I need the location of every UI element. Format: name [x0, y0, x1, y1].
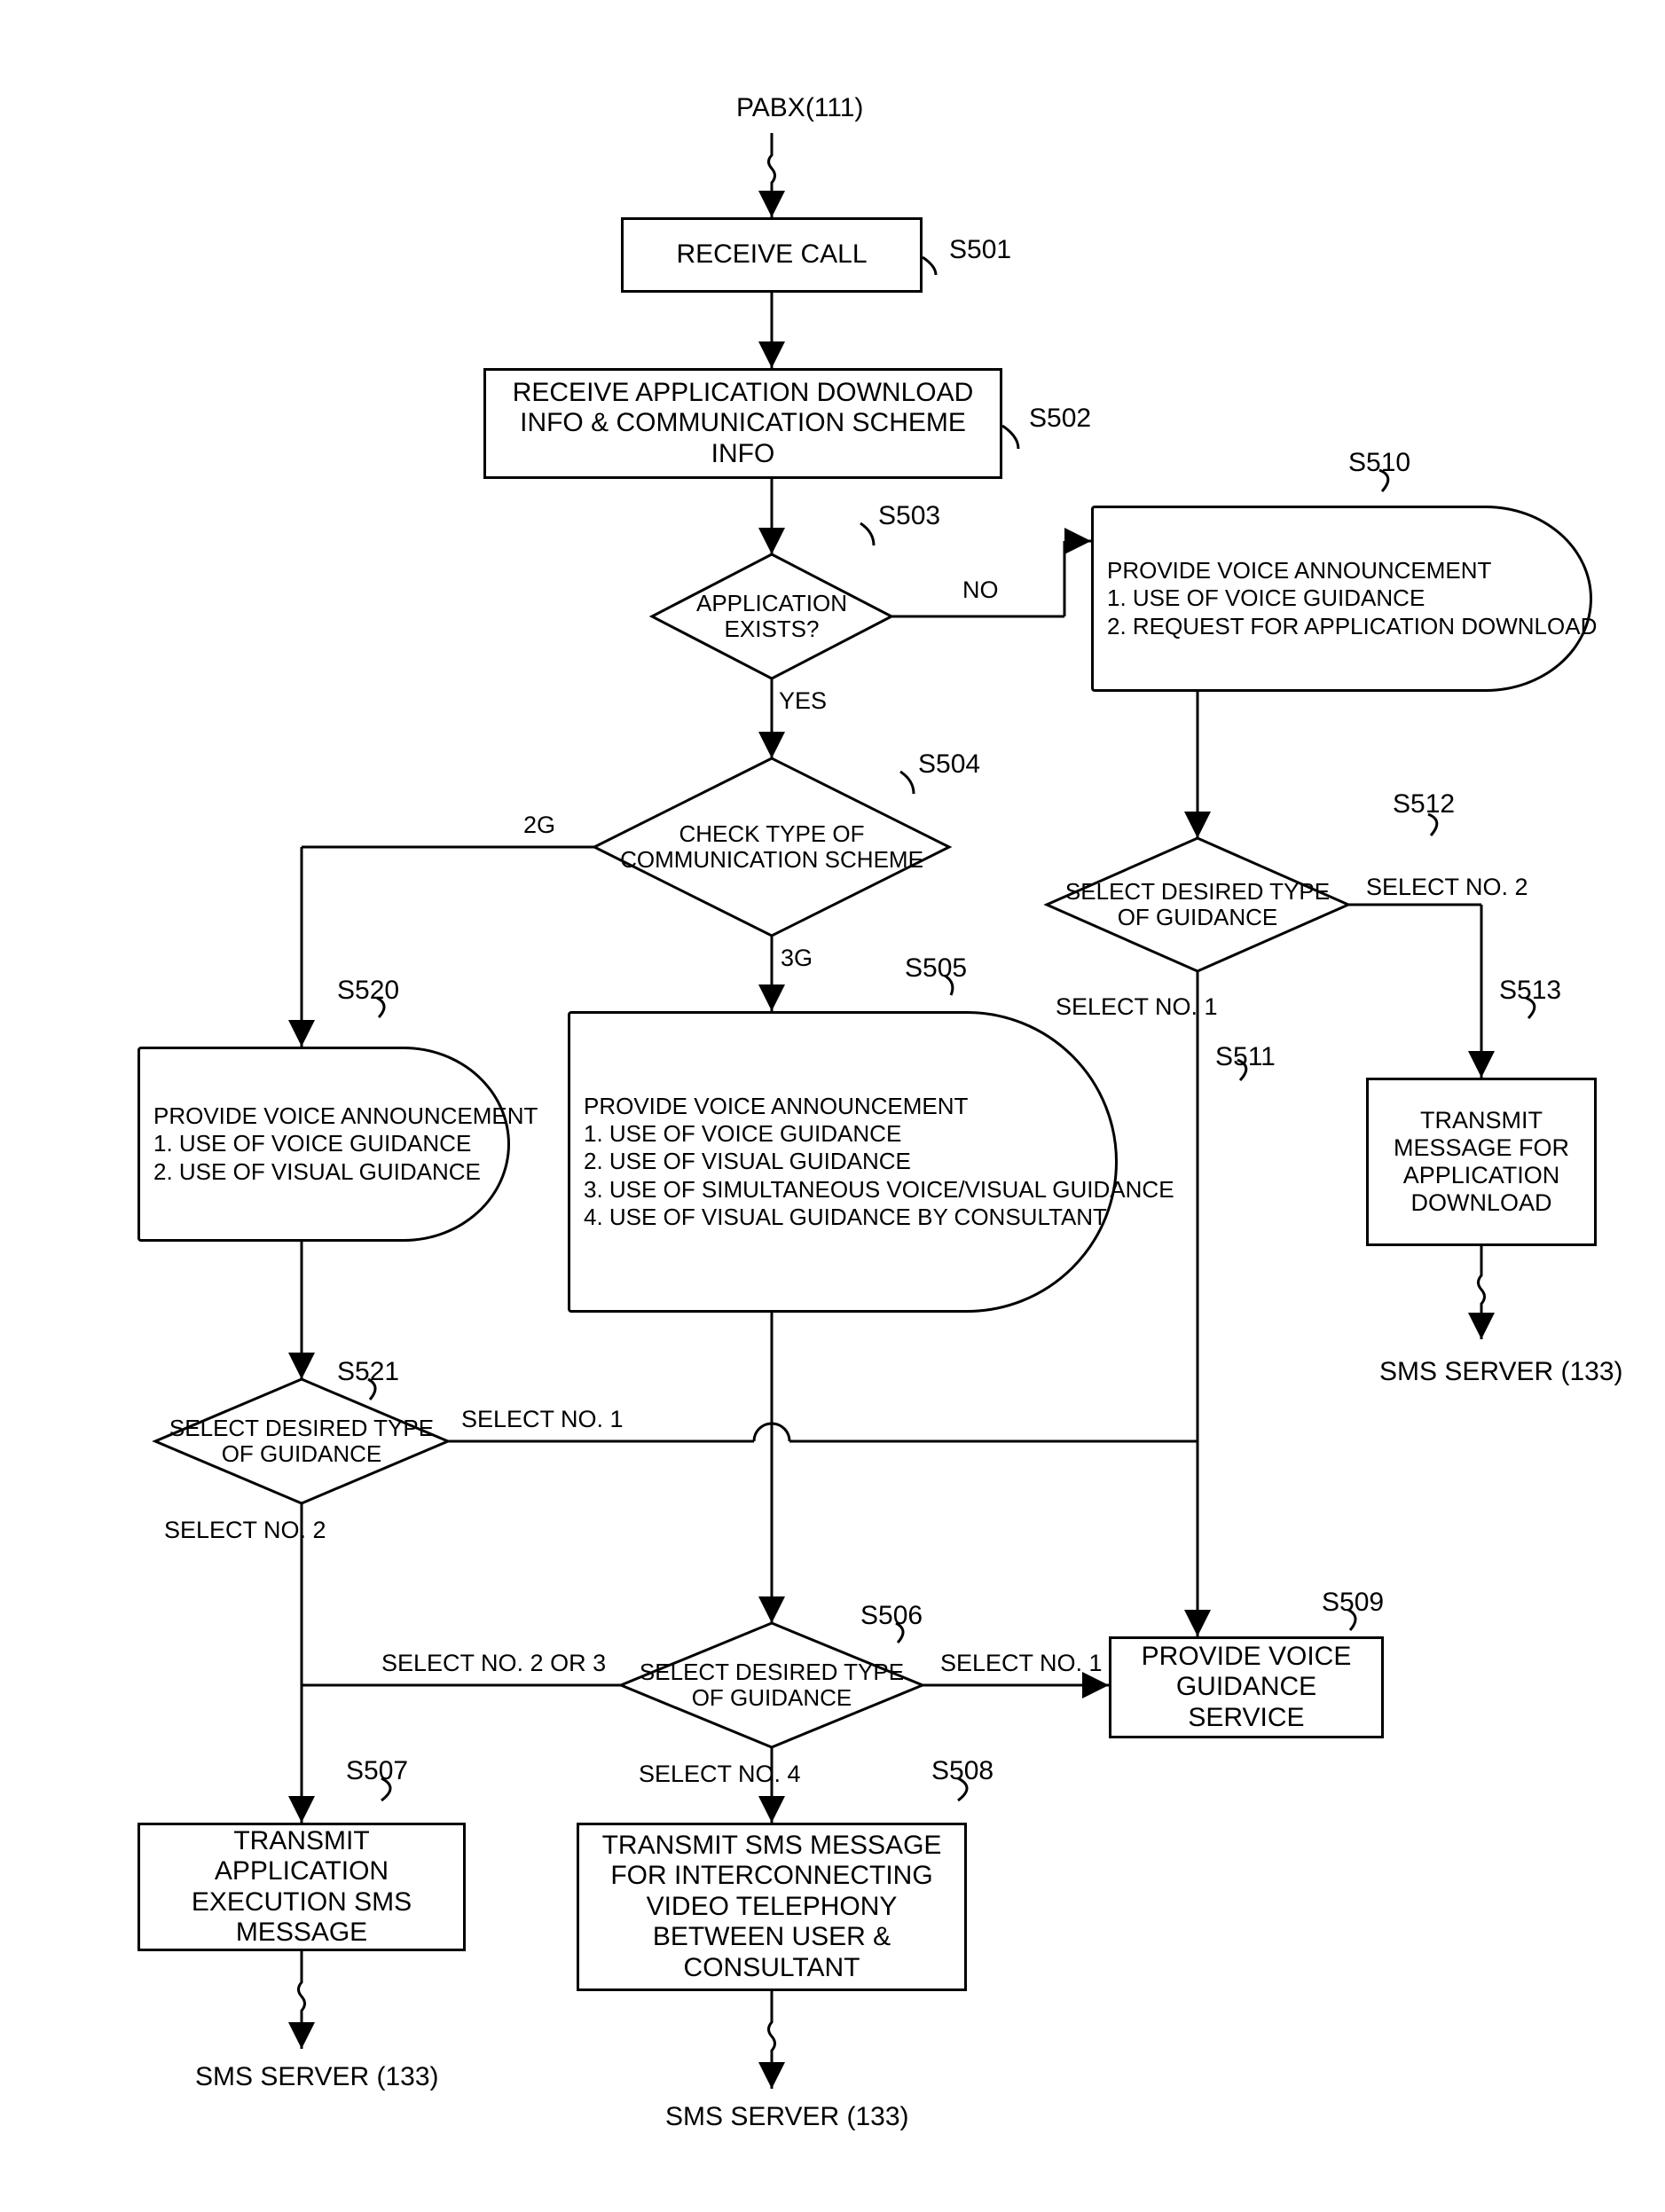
step-s505-id: S505: [905, 953, 967, 984]
step-s508-id: S508: [931, 1756, 994, 1786]
step-s503-diamond: APPLICATION EXISTS?: [652, 554, 891, 679]
step-s512-diamond: SELECT DESIRED TYPE OF GUIDANCE: [1047, 838, 1348, 971]
step-s502-id: S502: [1029, 404, 1091, 434]
step-s503-id: S503: [878, 501, 940, 531]
step-s512-id: S512: [1393, 789, 1455, 820]
step-s504-id: S504: [918, 749, 980, 780]
step-s504-text: CHECK TYPE OF COMMUNICATION SCHEME: [612, 758, 931, 936]
step-s505-l0: PROVIDE VOICE ANNOUNCEMENT: [584, 1093, 1073, 1120]
step-s510-id: S510: [1348, 448, 1410, 478]
step-s507-box: TRANSMIT APPLICATION EXECUTION SMS MESSA…: [137, 1823, 466, 1951]
step-s503-text: APPLICATION EXISTS?: [652, 554, 891, 679]
step-s513-dest: SMS SERVER (133): [1379, 1357, 1623, 1387]
step-s521-sel1: SELECT NO. 1: [461, 1406, 624, 1433]
step-s510-l2: 2. REQUEST FOR APPLICATION DOWNLOAD: [1107, 613, 1557, 640]
flowchart-canvas: PABX(111) RECEIVE CALL S501 RECEIVE APPL…: [0, 0, 1665, 2212]
step-s512-text: SELECT DESIRED TYPE OF GUIDANCE: [1047, 838, 1348, 971]
step-s503-no: NO: [962, 577, 999, 604]
step-s502-box: RECEIVE APPLICATION DOWNLOAD INFO & COMM…: [483, 368, 1002, 479]
step-s506-sel23: SELECT NO. 2 OR 3: [381, 1650, 606, 1677]
step-s501-box: RECEIVE CALL: [621, 217, 923, 293]
step-s505-l1: 1. USE OF VOICE GUIDANCE: [584, 1120, 1073, 1148]
step-s520-bubble: PROVIDE VOICE ANNOUNCEMENT 1. USE OF VOI…: [137, 1047, 510, 1242]
step-s521-text: SELECT DESIRED TYPE OF GUIDANCE: [155, 1379, 448, 1503]
step-s512-sel1: SELECT NO. 1: [1056, 993, 1218, 1021]
step-s510-bubble: PROVIDE VOICE ANNOUNCEMENT 1. USE OF VOI…: [1091, 506, 1592, 692]
step-s504-2g: 2G: [523, 812, 555, 839]
step-s520-l1: 1. USE OF VOICE GUIDANCE: [153, 1130, 457, 1157]
step-s505-l2: 2. USE OF VISUAL GUIDANCE: [584, 1148, 1073, 1175]
step-s504-diamond: CHECK TYPE OF COMMUNICATION SCHEME: [612, 758, 931, 936]
step-s510-l1: 1. USE OF VOICE GUIDANCE: [1107, 584, 1557, 612]
step-s520-l0: PROVIDE VOICE ANNOUNCEMENT: [153, 1102, 457, 1130]
step-s508-dest: SMS SERVER (133): [665, 2102, 909, 2132]
step-s521-id: S521: [337, 1357, 399, 1387]
step-s507-dest: SMS SERVER (133): [195, 2062, 439, 2092]
pabx-label: PABX(111): [736, 93, 863, 123]
step-s509-id: S509: [1322, 1588, 1384, 1618]
step-s505-bubble: PROVIDE VOICE ANNOUNCEMENT 1. USE OF VOI…: [568, 1011, 1118, 1313]
step-s501-id: S501: [949, 235, 1011, 265]
step-s520-id: S520: [337, 976, 399, 1006]
step-s505-l4: 4. USE OF VISUAL GUIDANCE BY CONSULTANT: [584, 1204, 1073, 1231]
step-s506-diamond: SELECT DESIRED TYPE OF GUIDANCE: [621, 1623, 923, 1747]
step-s520-l2: 2. USE OF VISUAL GUIDANCE: [153, 1158, 457, 1186]
step-s506-sel4: SELECT NO. 4: [639, 1761, 801, 1788]
step-s504-3g: 3G: [781, 945, 813, 972]
step-s509-box: PROVIDE VOICE GUIDANCE SERVICE: [1109, 1636, 1384, 1738]
step-s512-sel2: SELECT NO. 2: [1366, 874, 1528, 901]
step-s521-diamond: SELECT DESIRED TYPE OF GUIDANCE: [155, 1379, 448, 1503]
step-s508-box: TRANSMIT SMS MESSAGE FOR INTERCONNECTING…: [577, 1823, 967, 1991]
step-s506-text: SELECT DESIRED TYPE OF GUIDANCE: [621, 1623, 923, 1747]
step-s513-id: S513: [1499, 976, 1561, 1006]
step-s507-id: S507: [346, 1756, 408, 1786]
step-s506-sel1: SELECT NO. 1: [940, 1650, 1103, 1677]
step-s503-yes: YES: [779, 687, 827, 715]
step-s505-l3: 3. USE OF SIMULTANEOUS VOICE/VISUAL GUID…: [584, 1176, 1073, 1204]
step-s521-sel2: SELECT NO. 2: [164, 1517, 326, 1544]
step-s511-id: S511: [1215, 1042, 1276, 1072]
step-s513-box: TRANSMIT MESSAGE FOR APPLICATION DOWNLOA…: [1366, 1078, 1597, 1246]
step-s510-l0: PROVIDE VOICE ANNOUNCEMENT: [1107, 557, 1557, 584]
